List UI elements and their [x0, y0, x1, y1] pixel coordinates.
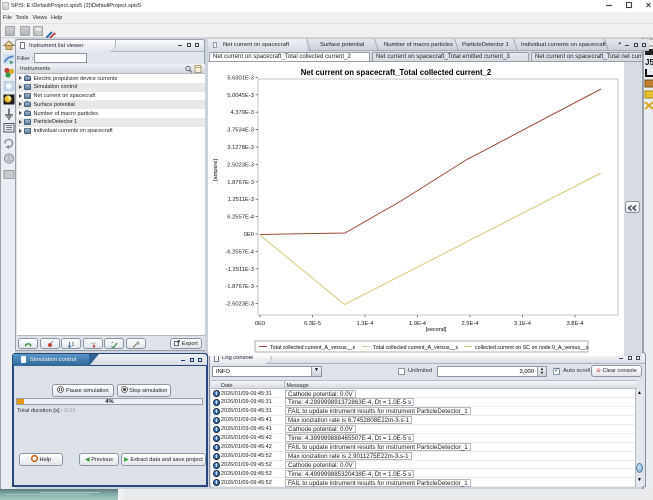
svg-text:[second]: [second]	[426, 327, 447, 333]
svg-text:Total collected current_A_vers: Total collected current_A_versus__s	[270, 345, 355, 351]
svg-text:6.3E-5: 6.3E-5	[304, 321, 321, 327]
svg-text:5.6301E-3: 5.6301E-3	[227, 75, 254, 81]
svg-text:3.7534E-3: 3.7534E-3	[227, 128, 254, 134]
svg-text:Total collected current_A_vers: Total collected current_A_versus__s	[373, 345, 458, 351]
svg-text:collected current on SC on nod: collected current on SC on node 0_A_vers…	[475, 345, 589, 351]
svg-text:1.3E-4: 1.3E-4	[356, 321, 374, 327]
svg-text:2.5E-4: 2.5E-4	[461, 321, 479, 327]
svg-text:-1.8767E-3: -1.8767E-3	[225, 284, 254, 290]
svg-text:5.0045E-3: 5.0045E-3	[227, 93, 254, 99]
svg-text:-6.2557E-4: -6.2557E-4	[225, 249, 254, 255]
svg-text:0E0: 0E0	[255, 321, 265, 327]
svg-text:6.2557E-4: 6.2557E-4	[227, 215, 255, 221]
svg-text:1.2511E-3: 1.2511E-3	[228, 197, 254, 203]
svg-text:J5: J5	[645, 58, 653, 67]
svg-text:-2.5023E-3: -2.5023E-3	[225, 302, 254, 308]
svg-text:2.5023E-3: 2.5023E-3	[227, 162, 254, 168]
svg-text:1: 1	[72, 342, 75, 348]
svg-text:Net current on spacecraft_Tota: Net current on spacecraft_Total collecte…	[301, 68, 492, 77]
svg-text:[ampere]: [ampere]	[213, 159, 219, 181]
svg-text:1.9E-4: 1.9E-4	[409, 321, 427, 327]
svg-text:3.1278E-3: 3.1278E-3	[227, 145, 254, 151]
svg-text:0E0: 0E0	[244, 232, 254, 238]
svg-text:4.379E-3: 4.379E-3	[230, 110, 254, 116]
svg-text:1.8767E-3: 1.8767E-3	[227, 180, 254, 186]
svg-text:3.1E-4: 3.1E-4	[514, 321, 532, 327]
svg-text:3.8E-4: 3.8E-4	[566, 321, 584, 327]
svg-text:-1.2511E-3: -1.2511E-3	[226, 267, 254, 273]
